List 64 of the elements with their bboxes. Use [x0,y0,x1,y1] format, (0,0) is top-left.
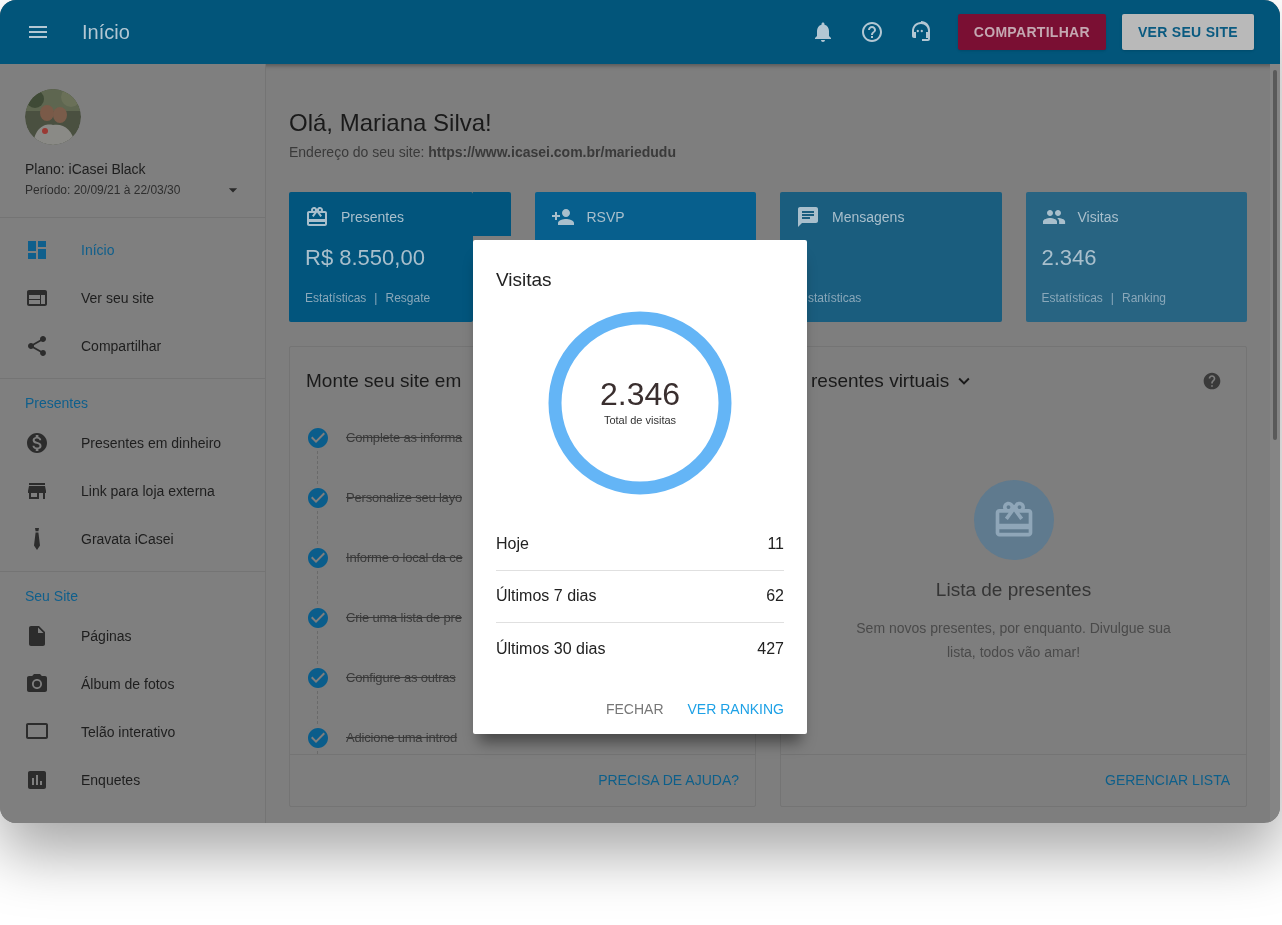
step-label: Informe o local da ce [346,548,463,567]
stat-value: 427 [757,638,784,659]
stat-card[interactable]: Visitas 2.346 Estatísticas | Ranking [1025,192,1247,322]
card-value: 2.346 [1041,244,1098,272]
link-separator: | [374,290,378,307]
section-heading: Presentes [24,393,90,413]
card-background [472,192,511,236]
plan-name: Plano: iCasei Black [25,160,147,179]
stat-value: 11 [767,534,784,554]
sidebar-item[interactable]: Telão interativo [0,708,265,756]
stat-value: 62 [766,586,784,606]
gift-icon [305,205,329,229]
step-label: Complete as informa [346,428,463,447]
dashboard-icon [25,238,49,262]
stat-card[interactable]: Mensagens statísticas [780,192,1002,322]
sidebar-item[interactable]: Link para loja externa [0,467,265,515]
sidebar-item[interactable]: Páginas [0,612,265,660]
visits-caption: Total de visitas [603,413,677,429]
stat-label: Hoje [496,534,529,554]
bar-chart-icon [25,768,49,792]
card-value: R$ 8.550,00 [305,244,426,272]
close-button[interactable]: FECHAR [605,698,664,720]
step-label: Adicione uma introd [346,728,458,747]
step-label: Personalize seu layo [346,488,462,507]
sidebar-item[interactable]: Compartilhar [0,322,265,370]
link-separator: | [1110,290,1114,307]
site-address: Endereço do seu site: https://www.icasei.com.br/mariedudu [289,143,677,162]
empty-title: Lista de presentes [935,577,1092,602]
chat-icon [796,205,820,229]
card-link[interactable]: Resgate [385,289,431,307]
card-link[interactable]: Estatísticas [305,289,367,307]
card-link[interactable]: Estatísticas [1041,289,1103,307]
step-label: Crie uma lista de pre [346,608,462,627]
greeting: Olá, Mariana Silva! [289,108,493,138]
card-link[interactable]: statísticas [808,289,862,307]
panel-title: Monte seu site em [306,370,462,391]
stat-label: Últimos 30 dias [496,638,606,659]
dialog-title: Visitas [496,268,553,292]
card-title: Mensagens [832,207,905,227]
sidebar-item[interactable]: Álbum de fotos [0,660,265,708]
plan-period: Período: 20/09/21 à 22/03/30 [25,182,181,199]
share-icon [25,334,49,358]
sidebar-item[interactable]: Enquetes [0,756,265,804]
sidebar-item[interactable]: Presentes em dinheiro [0,419,265,467]
view-site-button[interactable]: VER SEU SITE [1121,14,1254,50]
card-title: Visitas [1077,207,1119,227]
sidebar-item[interactable]: Ver seu site [0,274,265,322]
help-icon[interactable] [859,20,884,44]
ranking-button[interactable]: VER RANKING [687,698,784,720]
dollar-coin-icon [25,431,49,455]
card-title: RSVP [586,207,625,227]
help-icon[interactable] [1202,371,1222,392]
sidebar-item[interactable]: Gravata iCasei [0,515,265,563]
card-title: Presentes [341,207,405,227]
card-link[interactable]: Ranking [1122,289,1166,307]
tie-icon [33,528,41,550]
section-heading: Seu Site [24,586,79,606]
panel-title: resentes virtuais [811,369,950,393]
share-button[interactable]: COMPARTILHAR [957,14,1106,50]
stat-label: Últimos 7 dias [496,585,597,606]
stat-card[interactable]: Presentes R$ 8.550,00 Estatísticas | Resgate [289,192,473,322]
step-label: Configure as outras [346,668,456,687]
page-title: Início [82,20,130,45]
visits-total: 2.346 [599,376,681,413]
